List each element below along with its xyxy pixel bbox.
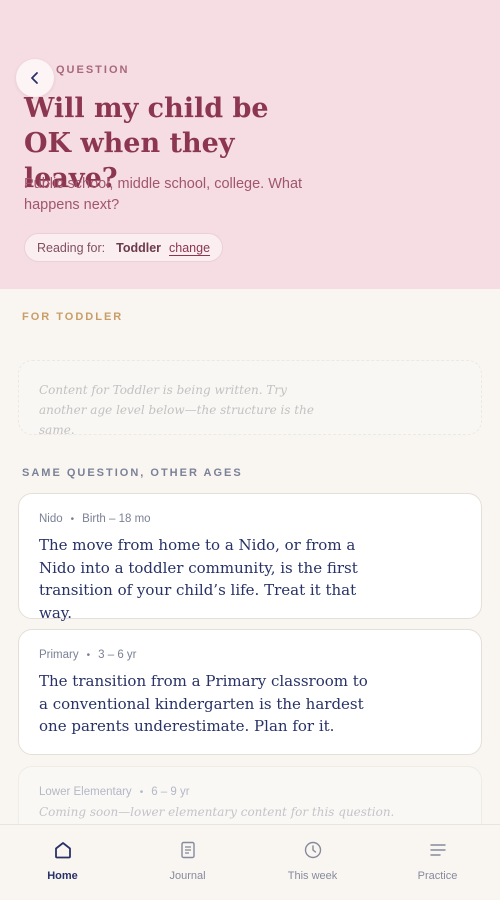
bottom-tab-bar: Home Journal This week Practice bbox=[0, 824, 500, 900]
coming-soon-text: Coming soon—lower elementary content for… bbox=[39, 805, 395, 819]
tab-label: Home bbox=[47, 870, 78, 882]
card-meta: Primary • 3 – 6 yr bbox=[39, 649, 461, 661]
clock-icon bbox=[304, 841, 321, 859]
tab-label: Journal bbox=[169, 870, 206, 882]
home-icon bbox=[54, 842, 71, 859]
list-icon bbox=[429, 844, 446, 856]
age-card-primary[interactable]: Primary • 3 – 6 yr The transition from a… bbox=[18, 629, 482, 755]
content-pending-card: Content for Toddler is being written. Tr… bbox=[18, 360, 482, 437]
question-eyebrow: QUESTION bbox=[56, 64, 130, 76]
age-level: Nido bbox=[39, 513, 63, 525]
dot-separator: • bbox=[139, 786, 144, 798]
tab-journal[interactable]: Journal bbox=[125, 825, 250, 900]
card-meta: Lower Elementary • 6 – 9 yr bbox=[39, 786, 461, 798]
chevron-left-icon bbox=[31, 72, 38, 84]
age-level: Lower Elementary bbox=[39, 786, 132, 798]
tab-home[interactable]: Home bbox=[0, 825, 125, 900]
age-range: Birth – 18 mo bbox=[82, 513, 151, 525]
question-subtitle: Public school, middle school, college. W… bbox=[24, 176, 303, 213]
journal-icon bbox=[180, 841, 195, 859]
tab-label: Practice bbox=[417, 870, 458, 882]
dot-separator: • bbox=[70, 513, 75, 525]
current-age-label: FOR TODDLER bbox=[22, 311, 124, 323]
other-ages-label: SAME QUESTION, OTHER AGES bbox=[22, 467, 243, 479]
age-card-nido[interactable]: Nido • Birth – 18 mo The move from home … bbox=[18, 493, 482, 622]
age-range: 3 – 6 yr bbox=[98, 649, 137, 661]
reading-for-pill: Reading for: Toddler change bbox=[24, 233, 224, 262]
age-range: 6 – 9 yr bbox=[151, 786, 190, 798]
tab-label: This week bbox=[287, 870, 338, 882]
tab-this-week[interactable]: This week bbox=[250, 825, 375, 900]
card-meta: Nido • Birth – 18 mo bbox=[39, 513, 461, 525]
age-level: Primary bbox=[39, 649, 79, 661]
content-pending-text: Content for Toddler is being written. Tr… bbox=[39, 383, 314, 437]
reading-for-label: Reading for: bbox=[37, 240, 106, 255]
tab-practice[interactable]: Practice bbox=[375, 825, 500, 900]
reading-for-value: Toddler bbox=[116, 240, 162, 255]
card-summary: The move from home to a Nido, or from a … bbox=[39, 536, 358, 622]
change-age-link[interactable]: change bbox=[169, 241, 210, 255]
dot-separator: • bbox=[86, 649, 91, 661]
question-header: QUESTION Will my child be OK when they l… bbox=[0, 0, 500, 289]
card-summary: The transition from a Primary classroom … bbox=[39, 672, 368, 735]
